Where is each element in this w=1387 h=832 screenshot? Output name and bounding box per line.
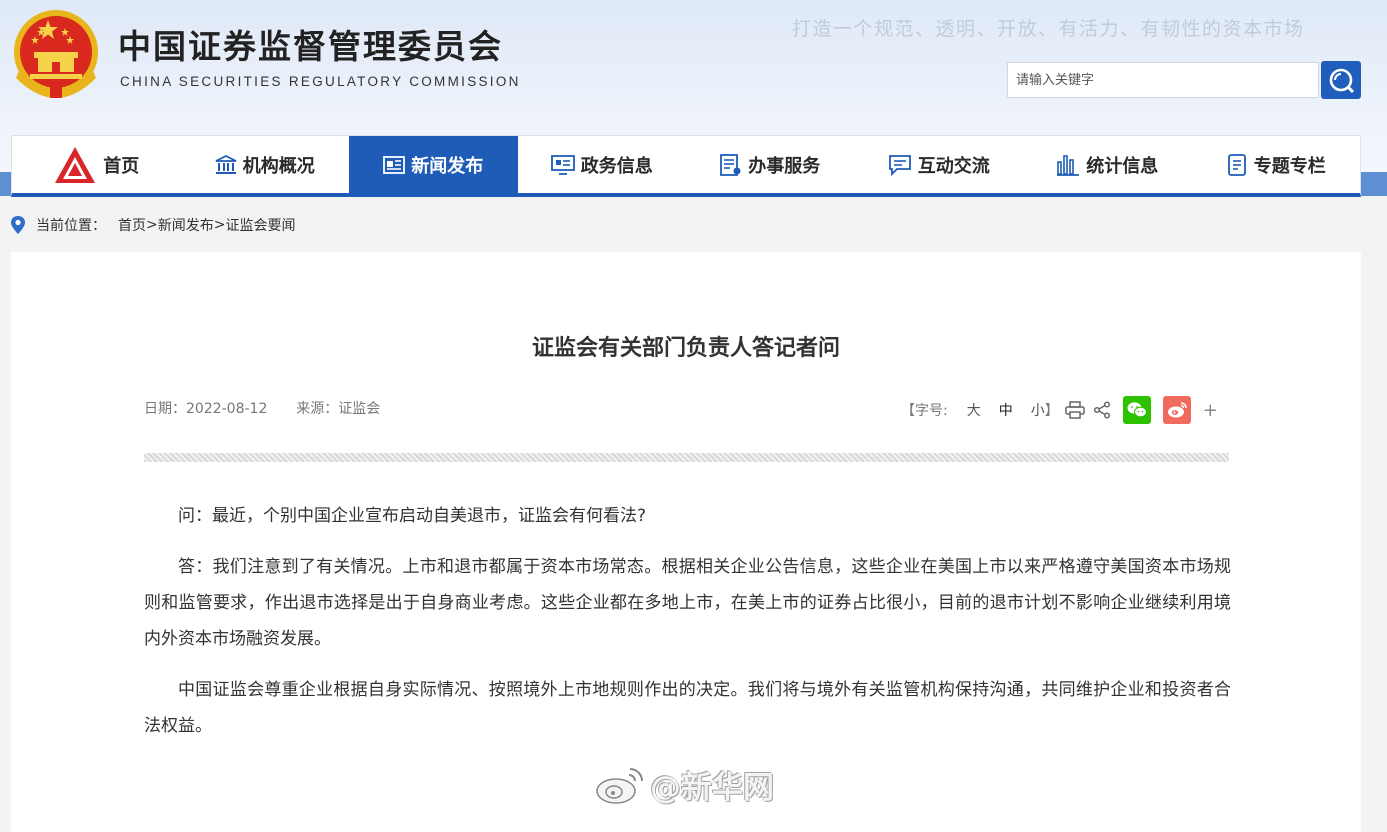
nav-label: 专题专栏 bbox=[1253, 155, 1326, 177]
nav-item-government[interactable]: 政务信息 bbox=[518, 136, 687, 193]
article-paragraph: 答：我们注意到了有关情况。上市和退市都属于资本市场常态。根据相关企业公告信息，这… bbox=[144, 557, 1231, 649]
nav-label: 首页 bbox=[103, 155, 140, 177]
site-title-cn: 中国证券监督管理委员会 bbox=[118, 27, 503, 66]
share-icon[interactable] bbox=[1093, 401, 1111, 419]
date-label: 日期： bbox=[144, 401, 186, 417]
font-size-close: 】 bbox=[1044, 403, 1059, 419]
watermark-text: @新华网 bbox=[650, 770, 774, 806]
nav-label: 政务信息 bbox=[580, 155, 653, 177]
national-emblem-icon bbox=[10, 8, 102, 102]
article-tools: 【字号: 大 中 小 】 + bbox=[901, 396, 1218, 424]
nav-item-institution[interactable]: 机构概况 bbox=[181, 136, 350, 193]
service-icon bbox=[720, 153, 742, 176]
breadcrumb-separator: > bbox=[213, 217, 226, 233]
breadcrumb: 当前位置： 首页 > 新闻发布 > 证监会要闻 bbox=[10, 215, 295, 235]
breadcrumb-separator: > bbox=[146, 217, 158, 233]
article-paragraph: 问：最近，个别中国企业宣布启动自美退市，证监会有何看法? bbox=[178, 506, 647, 526]
article-date: 2022-08-12 bbox=[186, 401, 268, 417]
stats-icon bbox=[1056, 154, 1080, 176]
nav-label: 互动交流 bbox=[917, 155, 990, 177]
location-pin-icon bbox=[10, 215, 26, 235]
more-share-button[interactable]: + bbox=[1203, 400, 1218, 421]
nav-item-news[interactable]: 新闻发布 bbox=[349, 136, 518, 193]
chat-icon bbox=[888, 154, 912, 176]
topic-icon bbox=[1226, 153, 1248, 176]
article-meta: 日期：2022-08-12 来源：证监会 bbox=[144, 398, 380, 418]
breadcrumb-current[interactable]: 证监会要闻 bbox=[225, 215, 295, 235]
search-input[interactable] bbox=[1007, 62, 1319, 98]
article-body: 问：最近，个别中国企业宣布启动自美退市，证监会有何看法? 答：我们注意到了有关情… bbox=[144, 498, 1231, 759]
monitor-icon bbox=[550, 154, 575, 175]
nav-label: 统计信息 bbox=[1086, 155, 1159, 177]
breadcrumb-home[interactable]: 首页 bbox=[118, 215, 146, 235]
nav-label: 办事服务 bbox=[748, 155, 821, 177]
nav-item-topics[interactable]: 专题专栏 bbox=[1192, 136, 1361, 193]
news-icon bbox=[383, 155, 406, 175]
breadcrumb-news[interactable]: 新闻发布 bbox=[158, 215, 214, 235]
article-source: 证监会 bbox=[338, 401, 381, 417]
article-title: 证监会有关部门负责人答记者问 bbox=[531, 336, 840, 361]
nav-label: 新闻发布 bbox=[411, 155, 484, 177]
nav-item-statistics[interactable]: 统计信息 bbox=[1023, 136, 1192, 193]
main-nav: 首页 机构概况 新闻发布 政务信息 办事服务 互动交流 统计信息 专题专栏 bbox=[11, 135, 1361, 197]
source-label: 来源： bbox=[296, 401, 339, 417]
wechat-icon[interactable] bbox=[1122, 396, 1151, 424]
csrc-logo-icon bbox=[53, 145, 97, 185]
site-slogan: 打造一个规范、透明、开放、有活力、有韧性的资本市场 bbox=[792, 18, 1305, 40]
nav-item-home[interactable]: 首页 bbox=[12, 136, 181, 193]
nav-item-service[interactable]: 办事服务 bbox=[686, 136, 855, 193]
print-icon[interactable] bbox=[1064, 401, 1085, 419]
watermark: @新华网 bbox=[594, 762, 774, 807]
article-paragraph: 中国证监会尊重企业根据自身实际情况、按照境外上市地规则作出的决定。我们将与境外有… bbox=[144, 680, 1231, 736]
weibo-icon[interactable] bbox=[1162, 396, 1191, 424]
font-size-medium[interactable]: 中 bbox=[999, 400, 1013, 420]
search-button[interactable] bbox=[1321, 61, 1361, 99]
institution-icon bbox=[215, 154, 237, 175]
font-size-label: 【字号: bbox=[901, 403, 948, 419]
font-size-small[interactable]: 小 bbox=[1031, 400, 1045, 420]
article-panel: 证监会有关部门负责人答记者问 日期：2022-08-12 来源：证监会 【字号:… bbox=[11, 252, 1361, 832]
divider bbox=[144, 453, 1229, 462]
breadcrumb-prefix: 当前位置： bbox=[36, 218, 106, 234]
nav-item-interaction[interactable]: 互动交流 bbox=[855, 136, 1024, 193]
site-title-en: CHINA SECURITIES REGULATORY COMMISSION bbox=[120, 74, 521, 89]
font-size-large[interactable]: 大 bbox=[967, 400, 981, 420]
search-icon bbox=[1329, 68, 1354, 93]
weibo-watermark-icon bbox=[594, 765, 646, 805]
nav-label: 机构概况 bbox=[242, 155, 315, 177]
